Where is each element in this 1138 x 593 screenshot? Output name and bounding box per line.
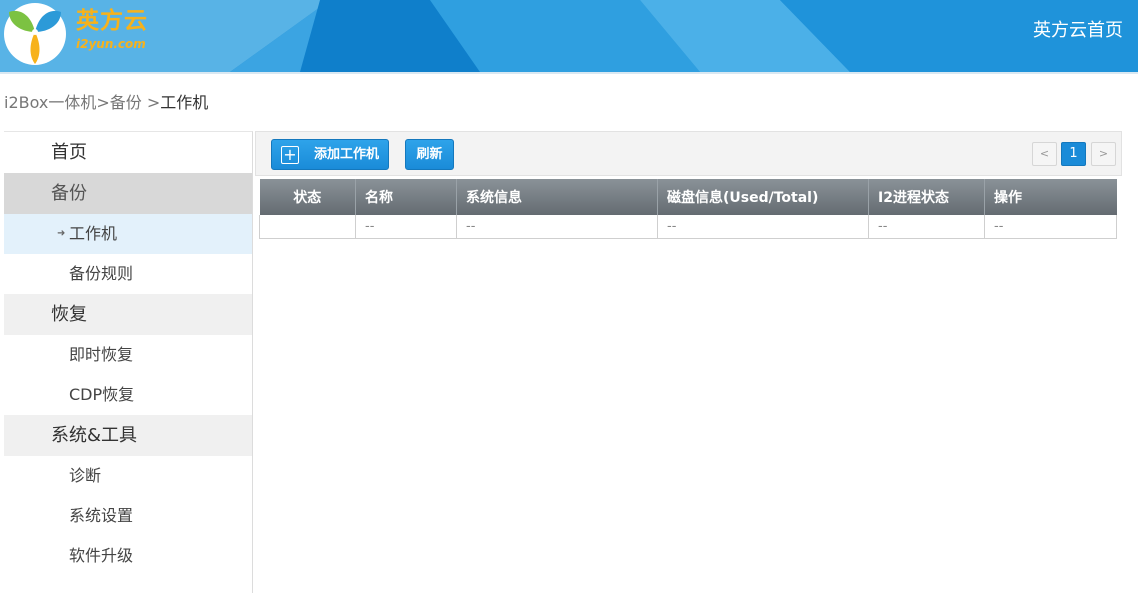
breadcrumb: i2Box一体机>备份 >工作机 — [4, 92, 208, 114]
sidebar-section-system-tools[interactable]: 系统&工具 — [4, 415, 252, 456]
column-header-disk-info[interactable]: 磁盘信息(Used/Total) — [657, 179, 869, 215]
sidebar-item-workstation[interactable]: ➜ 工作机 — [4, 214, 252, 254]
cell-disk-info: -- — [657, 215, 869, 239]
add-workstation-label: 添加工作机 — [314, 147, 380, 162]
column-header-name[interactable]: 名称 — [355, 179, 457, 215]
sidebar-item-cdp-restore[interactable]: CDP恢复 — [4, 375, 252, 415]
sidebar-item-system-settings[interactable]: 系统设置 — [4, 496, 252, 536]
column-header-i2-process-status[interactable]: I2进程状态 — [868, 179, 985, 215]
cell-actions: -- — [984, 215, 1117, 239]
breadcrumb-current: 工作机 — [160, 93, 209, 112]
refresh-button[interactable]: 刷新 — [405, 139, 454, 170]
table-row: -- -- -- -- -- — [259, 215, 1117, 239]
sidebar-item-instant-restore[interactable]: 即时恢复 — [4, 335, 252, 375]
cell-status — [259, 215, 356, 239]
home-link[interactable]: 英方云首页 — [1033, 19, 1123, 43]
sidebar-item-software-upgrade[interactable]: 软件升级 — [4, 536, 252, 576]
add-workstation-button[interactable]: + 添加工作机 — [271, 139, 389, 170]
cell-name: -- — [355, 215, 457, 239]
brand: 英方云 i2yun.com — [76, 8, 148, 52]
cell-i2-process-status: -- — [868, 215, 985, 239]
sidebar-item-home[interactable]: 首页 — [4, 132, 252, 173]
plus-icon: + — [281, 146, 299, 164]
workstation-table: 状态 名称 系统信息 磁盘信息(Used/Total) I2进程状态 操作 --… — [259, 179, 1117, 239]
pager-page-1[interactable]: 1 — [1061, 142, 1086, 166]
top-header: 英方云 i2yun.com 英方云首页 — [0, 0, 1138, 72]
sidebar-section-backup[interactable]: 备份 — [4, 173, 252, 214]
sidebar: 首页 备份 ➜ 工作机 备份规则 恢复 即时恢复 CDP恢复 系统&工具 诊断 … — [4, 131, 253, 593]
column-header-actions[interactable]: 操作 — [984, 179, 1117, 215]
arrow-right-icon: ➜ — [57, 228, 66, 239]
cell-system-info: -- — [456, 215, 658, 239]
pager-next-button[interactable]: > — [1091, 142, 1116, 166]
table-header-row: 状态 名称 系统信息 磁盘信息(Used/Total) I2进程状态 操作 — [259, 179, 1117, 215]
sidebar-section-restore[interactable]: 恢复 — [4, 294, 252, 335]
toolbar: + 添加工作机 刷新 < 1 > — [255, 131, 1122, 176]
i2yun-logo — [4, 3, 66, 65]
brand-domain: i2yun.com — [76, 37, 146, 51]
header-divider — [0, 72, 1138, 74]
breadcrumb-path[interactable]: i2Box一体机>备份 > — [4, 93, 160, 112]
sidebar-item-label: 工作机 — [69, 224, 118, 243]
column-header-system-info[interactable]: 系统信息 — [456, 179, 658, 215]
header-background — [0, 0, 1138, 72]
sidebar-item-backup-rules[interactable]: 备份规则 — [4, 254, 252, 294]
sidebar-item-diagnose[interactable]: 诊断 — [4, 456, 252, 496]
pager-prev-button[interactable]: < — [1032, 142, 1057, 166]
column-header-status[interactable]: 状态 — [259, 179, 356, 215]
brand-name: 英方云 — [76, 8, 148, 34]
